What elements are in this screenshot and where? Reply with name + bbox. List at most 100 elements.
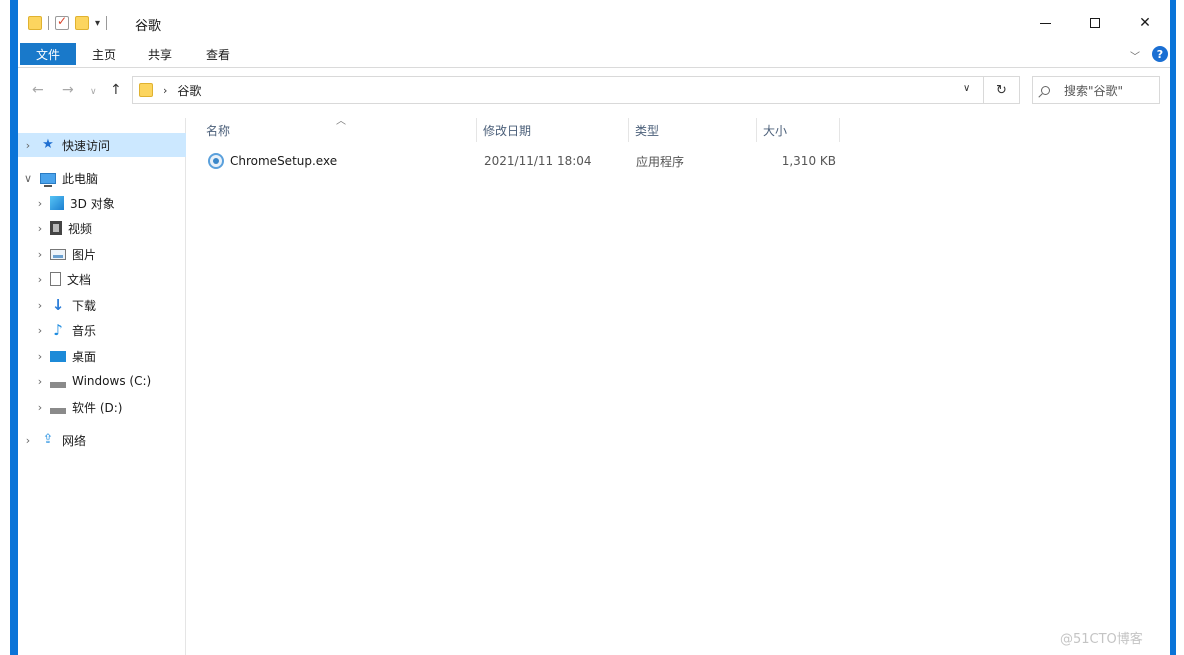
properties-icon[interactable] — [55, 14, 69, 30]
column-header-date[interactable]: 修改日期 — [476, 118, 628, 142]
maximize-button[interactable] — [1072, 8, 1118, 38]
window-title: 谷歌 — [135, 19, 162, 34]
nav-item-label: 3D 对象 — [70, 196, 115, 211]
ribbon-tabs: 文件 主页 共享 查看 ﹀ ? — [18, 40, 1170, 68]
chevron-right-icon[interactable]: › — [34, 299, 46, 312]
file-name: ChromeSetup.exe — [230, 154, 338, 168]
chevron-right-icon[interactable]: › — [34, 248, 46, 261]
nav-downloads[interactable]: › ↓ 下载 — [18, 293, 186, 317]
folder-icon — [28, 16, 42, 30]
nav-desktop[interactable]: › 桌面 — [18, 344, 186, 368]
file-name-cell[interactable]: ChromeSetup.exe — [208, 149, 337, 173]
file-list: ︿ 名称 修改日期 类型 大小 ChromeSetup.exe 2021/11/… — [186, 108, 1170, 655]
nav-videos[interactable]: › 视频 — [18, 216, 186, 240]
file-row[interactable]: ChromeSetup.exe 2021/11/11 18:04 应用程序 1,… — [186, 149, 846, 173]
back-arrow-icon[interactable]: ← — [32, 82, 44, 98]
expand-ribbon-icon[interactable]: ﹀ — [1130, 48, 1140, 63]
nav-documents[interactable]: › 文档 — [18, 267, 186, 291]
nav-this-pc[interactable]: ∨ 此电脑 — [18, 166, 186, 190]
nav-drive-d[interactable]: › 软件 (D:) — [18, 395, 186, 419]
nav-item-label: 视频 — [68, 221, 93, 236]
tab-view[interactable]: 查看 — [198, 43, 238, 65]
computer-icon — [40, 172, 56, 187]
window-frame-right — [1170, 0, 1184, 655]
cube-icon — [50, 196, 64, 210]
folder-icon — [139, 83, 153, 97]
nav-item-label: 下载 — [72, 298, 97, 313]
nav-quick-access[interactable]: › ★ 快速访问 — [18, 133, 186, 157]
file-size: 1,310 KB — [781, 154, 836, 168]
tab-share[interactable]: 共享 — [140, 43, 180, 65]
drive-icon — [50, 408, 66, 414]
chevron-right-icon[interactable]: › — [34, 401, 46, 414]
chevron-right-icon[interactable]: › — [34, 222, 46, 235]
maximize-icon — [1090, 18, 1100, 28]
chevron-right-icon[interactable]: › — [34, 375, 46, 388]
nav-item-label: 图片 — [72, 247, 97, 262]
address-bar[interactable]: › 谷歌 ∨ — [132, 76, 984, 104]
search-placeholder: 搜索"谷歌" — [1064, 83, 1124, 98]
installer-icon — [208, 153, 224, 169]
network-icon: ⇪ — [42, 432, 54, 447]
recent-locations-icon[interactable]: ∨ — [90, 87, 97, 97]
nav-item-label: 网络 — [62, 433, 87, 448]
title-bar: ▾ 谷歌 ✕ — [18, 0, 1170, 44]
chevron-right-icon[interactable]: › — [163, 84, 167, 97]
nav-item-label: 软件 (D:) — [72, 400, 123, 415]
chevron-right-icon[interactable]: › — [34, 324, 46, 337]
chevron-right-icon[interactable]: › — [34, 273, 46, 286]
watermark: @51CTO博客 — [1060, 632, 1143, 647]
help-icon[interactable]: ? — [1152, 46, 1168, 62]
address-dropdown-icon[interactable]: ∨ — [963, 83, 970, 94]
refresh-icon: ↻ — [996, 82, 1007, 98]
search-icon — [1041, 85, 1050, 95]
chevron-right-icon[interactable]: › — [22, 434, 34, 447]
nav-network[interactable]: › ⇪ 网络 — [18, 428, 186, 452]
toolbar-divider — [48, 16, 49, 30]
close-button[interactable]: ✕ — [1122, 8, 1168, 38]
toolbar-divider — [106, 16, 108, 30]
nav-3d-objects[interactable]: › 3D 对象 — [18, 191, 186, 215]
tab-home[interactable]: 主页 — [84, 43, 124, 65]
forward-arrow-icon[interactable]: → — [62, 82, 74, 98]
nav-item-label: Windows (C:) — [72, 374, 152, 388]
download-icon: ↓ — [51, 296, 65, 314]
column-header-size[interactable]: 大小 — [756, 118, 840, 142]
minimize-icon — [1039, 22, 1051, 24]
video-icon — [50, 221, 62, 235]
chevron-right-icon[interactable]: › — [34, 197, 46, 210]
star-icon: ★ — [42, 137, 54, 152]
new-folder-icon[interactable] — [75, 16, 89, 30]
file-type: 应用程序 — [636, 154, 685, 169]
window-frame-left — [10, 0, 18, 655]
music-note-icon: ♪ — [53, 321, 63, 339]
quick-access-toolbar: ▾ — [28, 14, 108, 32]
refresh-button[interactable]: ↻ — [984, 76, 1020, 104]
nav-drive-c[interactable]: › Windows (C:) — [18, 369, 186, 393]
nav-item-label: 音乐 — [72, 323, 97, 338]
chevron-right-icon[interactable]: › — [34, 350, 46, 363]
file-date: 2021/11/11 18:04 — [484, 154, 592, 168]
picture-icon — [50, 248, 66, 260]
nav-item-label: 桌面 — [72, 349, 97, 364]
nav-item-label: 文档 — [67, 272, 92, 287]
nav-item-label: 此电脑 — [62, 171, 99, 186]
navigation-pane: › ★ 快速访问 ∨ 此电脑 › 3D 对象 › 视频 › 图片 › 文档 › … — [18, 118, 186, 655]
close-icon: ✕ — [1139, 15, 1151, 31]
column-header-name[interactable]: 名称 — [186, 118, 476, 142]
document-icon — [50, 272, 61, 286]
minimize-button[interactable] — [1022, 8, 1068, 38]
windows-drive-icon — [50, 382, 66, 388]
customize-toolbar-icon[interactable]: ▾ — [95, 18, 100, 29]
file-explorer-window: ▾ 谷歌 ✕ 文件 主页 共享 查看 ﹀ ? ← → ∨ ↑ › 谷歌 ∨ ↻ … — [18, 0, 1170, 655]
up-arrow-icon[interactable]: ↑ — [110, 82, 122, 98]
chevron-down-icon[interactable]: ∨ — [22, 172, 34, 185]
nav-item-label: 快速访问 — [62, 138, 111, 153]
breadcrumb-current[interactable]: 谷歌 — [177, 82, 201, 99]
nav-pictures[interactable]: › 图片 — [18, 242, 186, 266]
chevron-right-icon[interactable]: › — [22, 139, 34, 152]
column-header-type[interactable]: 类型 — [628, 118, 756, 142]
nav-music[interactable]: › ♪ 音乐 — [18, 318, 186, 342]
tab-file[interactable]: 文件 — [20, 43, 76, 65]
search-input[interactable]: 搜索"谷歌" — [1032, 76, 1160, 104]
